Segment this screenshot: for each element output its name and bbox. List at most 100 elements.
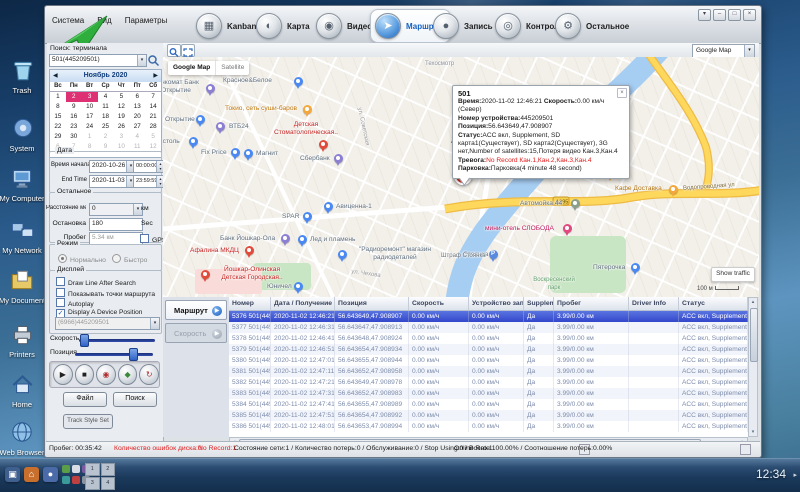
calendar-day[interactable]: 21 xyxy=(145,112,161,122)
calendar-day[interactable]: 28 xyxy=(145,122,161,132)
calendar-day[interactable]: 1 xyxy=(82,132,98,142)
radio-icon[interactable] xyxy=(58,254,67,263)
map-pin-orange[interactable] xyxy=(669,185,678,194)
play-button[interactable]: ▶ xyxy=(53,364,73,385)
toolbar-button-запись[interactable]: ●Запись xyxy=(433,11,493,41)
workspace-pager[interactable]: 1234 xyxy=(85,463,115,488)
map-pin-red[interactable] xyxy=(245,246,254,255)
calendar-day[interactable]: 25 xyxy=(98,122,114,132)
table-row[interactable]: 5379 501(44522020-11-02 12:46:51 / 2056.… xyxy=(229,344,748,355)
toolbar-button-контроль[interactable]: ◎Контроль xyxy=(495,11,564,41)
speed-slider-track[interactable] xyxy=(79,339,155,342)
taskbar-tray-icon[interactable] xyxy=(72,465,80,473)
calendar-day[interactable]: 5 xyxy=(113,92,129,102)
toolbar-button-kanban[interactable]: ▦Kanban xyxy=(196,11,256,41)
taskbar-tray-icon[interactable] xyxy=(72,476,80,484)
export-button[interactable]: ◆ xyxy=(118,364,138,385)
map-pin-blue[interactable] xyxy=(294,282,303,291)
start-date-select[interactable]: 2020-10-26▾ xyxy=(89,160,136,173)
map-pin-blue[interactable] xyxy=(324,202,333,211)
calendar-day[interactable]: 7 xyxy=(145,92,161,102)
column-header[interactable]: Supplement xyxy=(524,297,554,310)
taskbar-expand-icon[interactable]: ▸ xyxy=(793,471,797,479)
calendar-day[interactable]: 13 xyxy=(129,102,145,112)
maximize-button[interactable]: □ xyxy=(728,9,741,21)
column-header[interactable]: Пробег xyxy=(554,297,629,310)
terminal-search-input[interactable]: 501(445209501) ▾ xyxy=(49,54,147,67)
chevron-down-icon[interactable]: ▾ xyxy=(137,55,146,66)
calendar-next-icon[interactable]: ▶ xyxy=(153,70,158,82)
calendar-day[interactable]: 26 xyxy=(113,122,129,132)
close-button[interactable]: × xyxy=(743,9,756,21)
map-pin-purple[interactable] xyxy=(216,122,225,131)
map-pin-blue[interactable] xyxy=(196,115,205,124)
map-pin-pink[interactable] xyxy=(563,224,572,233)
map-layer-satellite-button[interactable]: Satellite xyxy=(215,61,249,75)
tab-speed[interactable]: Скорость▶ xyxy=(165,323,227,343)
zoom-search-button[interactable]: ◉ xyxy=(96,364,116,385)
taskbar-tray-icon[interactable] xyxy=(62,476,70,484)
desktop-icon-my-network[interactable]: My Network xyxy=(0,216,45,255)
column-header[interactable]: Скорость xyxy=(409,297,469,310)
column-header[interactable]: Статус xyxy=(679,297,748,310)
display-option-0[interactable]: Draw Line After Search xyxy=(56,277,136,287)
table-row[interactable]: 5377 501(44522020-11-02 12:46:31 / 2056.… xyxy=(229,322,748,333)
chevron-down-icon[interactable]: ▾ xyxy=(150,318,159,329)
scroll-up-icon[interactable]: ▴ xyxy=(749,299,757,305)
vertical-scrollbar[interactable]: ▴ ▾ xyxy=(748,297,758,437)
calendar-day[interactable]: 3 xyxy=(113,132,129,142)
calendar-day[interactable]: 4 xyxy=(98,92,114,102)
map-pin-blue[interactable] xyxy=(631,263,640,272)
toolbar-button-видео[interactable]: ◉Видео xyxy=(316,11,372,41)
table-row[interactable]: 5378 501(44522020-11-02 12:46:41 / 2056.… xyxy=(229,333,748,344)
taskbar-app-icon[interactable]: ⌂ xyxy=(24,467,39,482)
taskbar-app-icon[interactable]: ● xyxy=(43,467,58,482)
map-canvas[interactable]: А295 Красное&БелоеБанкомат Банк Открытие… xyxy=(163,57,759,297)
display-option-1[interactable]: Показывать точки маршрута xyxy=(56,288,155,298)
calendar-day[interactable]: 23 xyxy=(66,122,82,132)
map-pin-blue[interactable] xyxy=(189,137,198,146)
calendar-day[interactable]: 24 xyxy=(82,122,98,132)
column-header[interactable]: Driver Info xyxy=(629,297,679,310)
position-slider-thumb[interactable] xyxy=(129,348,138,361)
stop-input[interactable]: 180 xyxy=(89,218,143,231)
desktop-icon-my-computer[interactable]: My Computer xyxy=(0,164,45,203)
map-layer-switcher[interactable]: Google Map Satellite xyxy=(168,61,249,75)
calendar-day[interactable]: 27 xyxy=(129,122,145,132)
map-layer-map-button[interactable]: Google Map xyxy=(168,61,215,75)
checkbox-icon[interactable] xyxy=(56,288,65,297)
map-pin-blue[interactable] xyxy=(244,149,253,158)
menu-item[interactable]: Параметры xyxy=(125,16,168,25)
workspace-cell[interactable]: 2 xyxy=(101,463,116,476)
map-type-select[interactable]: Google Map ▾ xyxy=(692,44,755,58)
desktop-icon-web-browser[interactable]: Web Browser xyxy=(0,418,45,457)
speed-slider-thumb[interactable] xyxy=(80,334,89,347)
calendar-day[interactable]: 16 xyxy=(66,112,82,122)
calendar-day[interactable]: 29 xyxy=(50,132,66,142)
popup-close-icon[interactable]: × xyxy=(617,88,627,98)
calendar-day[interactable]: 6 xyxy=(129,92,145,102)
map-pin-gray[interactable] xyxy=(571,199,580,208)
mode-fast-radio[interactable]: Быстро xyxy=(112,254,147,264)
checkbox-icon[interactable] xyxy=(56,277,65,286)
position-slider-track[interactable] xyxy=(75,353,153,356)
column-header[interactable]: Устройство записи с xyxy=(469,297,524,310)
desktop-icon-home[interactable]: Home xyxy=(0,370,45,409)
column-header[interactable]: Позиция xyxy=(335,297,409,310)
display-option-2[interactable]: Autoplay xyxy=(56,298,94,308)
calendar-day[interactable]: 22 xyxy=(50,122,66,132)
calendar-day[interactable]: 20 xyxy=(129,112,145,122)
shade-button[interactable]: ▾ xyxy=(698,9,711,21)
table-row[interactable]: 5385 501(44522020-11-02 12:47:51 / 2056.… xyxy=(229,410,748,421)
calendar-day[interactable]: 2 xyxy=(98,132,114,142)
map-pin-blue[interactable] xyxy=(303,212,312,221)
map-zoom-icon[interactable] xyxy=(167,44,181,57)
checkbox-icon[interactable] xyxy=(140,234,149,243)
map-pin-blue[interactable] xyxy=(294,77,303,86)
calendar-day[interactable]: 10 xyxy=(82,102,98,112)
chevron-down-icon[interactable]: ▾ xyxy=(744,45,754,57)
desktop-icon-my-documents[interactable]: My Documents xyxy=(0,266,45,305)
stop-button[interactable]: ■ xyxy=(75,364,95,385)
calendar-day[interactable]: 17 xyxy=(82,112,98,122)
mode-normal-radio[interactable]: Нормально xyxy=(58,254,106,264)
